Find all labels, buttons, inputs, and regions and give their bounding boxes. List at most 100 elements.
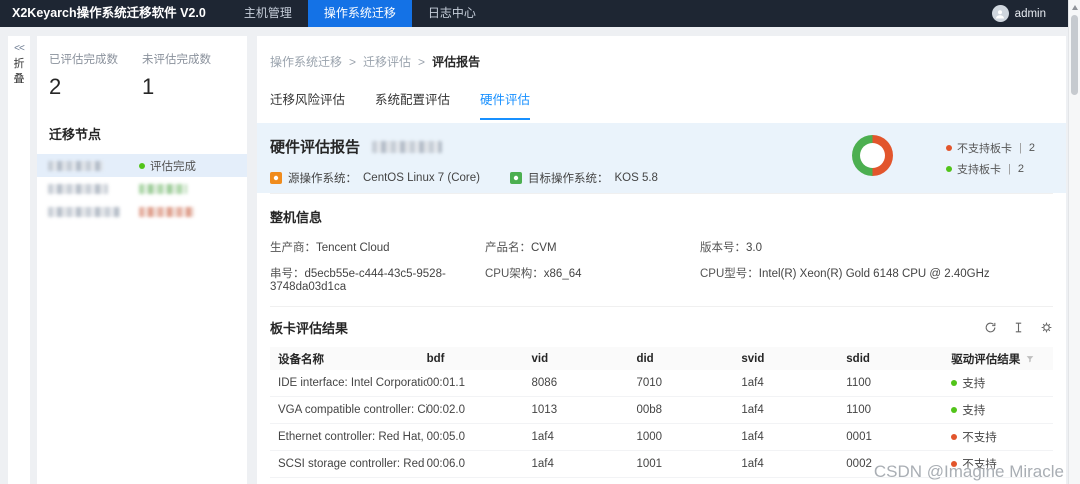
source-os: 源操作系统： CentOS Linux 7 (Core)	[270, 170, 480, 186]
legend-unsupported-count: 2	[1028, 142, 1035, 154]
breadcrumb-os-migration[interactable]: 操作系统迁移	[270, 53, 342, 70]
result-badge: 不支持	[951, 429, 1053, 445]
node-status-masked	[139, 183, 236, 194]
board-support-donut-chart	[852, 135, 893, 176]
status-dot-icon	[951, 380, 958, 386]
node-status-text: 评估完成	[150, 160, 196, 173]
app-screen: X2Keyarch操作系统迁移软件 V2.0 主机管理 操作系统迁移 日志中心 …	[0, 0, 1080, 484]
target-os-label: 目标操作系统：	[527, 173, 609, 185]
sidebar: 已评估完成数 2 未评估完成数 1 迁移节点 评估完成	[37, 36, 247, 484]
nav-item-host-management[interactable]: 主机管理	[228, 0, 308, 27]
settings-icon[interactable]	[1040, 321, 1053, 334]
refresh-icon[interactable]	[984, 321, 997, 334]
breadcrumb: 操作系统迁移 > 迁移评估 > 评估报告	[257, 36, 1066, 70]
col-bdf: bdf	[426, 352, 445, 365]
scrollbar-track[interactable]	[1068, 0, 1080, 484]
main-content: 操作系统迁移 > 迁移评估 > 评估报告 迁移风险评估 系统配置评估 硬件评估 …	[257, 36, 1066, 484]
legend-supported: 支持板卡 | 2	[946, 161, 1035, 177]
column-height-icon[interactable]	[1012, 321, 1025, 334]
legend-supported-count: 2	[1017, 163, 1024, 175]
hardware-report-header: 硬件评估报告 源操作系统： CentOS Linux 7 (Core) 目标操作…	[257, 123, 1066, 193]
status-dot-icon	[951, 434, 958, 440]
breadcrumb-migration-evaluation[interactable]: 迁移评估	[363, 53, 411, 70]
field-manufacturer: 生产商：Tencent Cloud	[270, 242, 390, 254]
target-os: 目标操作系统： KOS 5.8	[509, 170, 658, 186]
table-row[interactable]: IDE interface: Intel Corporation 8237...…	[270, 370, 1053, 397]
node-row-3[interactable]	[37, 200, 247, 223]
table-row[interactable]: Ethernet controller: Red Hat, Inc. Virt.…	[270, 424, 1053, 451]
stat-unevaluated-label: 未评估完成数	[142, 54, 211, 66]
top-nav: X2Keyarch操作系统迁移软件 V2.0 主机管理 操作系统迁移 日志中心 …	[0, 0, 1068, 27]
migration-nodes-title: 迁移节点	[49, 127, 102, 142]
scrollbar-thumb[interactable]	[1071, 15, 1078, 95]
legend-divider: |	[1008, 163, 1011, 175]
evaluation-stats: 已评估完成数 2 未评估完成数 1	[37, 36, 247, 100]
legend-unsupported-name: 不支持板卡	[957, 143, 1013, 155]
source-os-label: 源操作系统：	[288, 173, 357, 185]
field-version: 版本号：3.0	[700, 242, 762, 254]
source-os-icon	[270, 172, 282, 184]
report-tabs: 迁移风险评估 系统配置评估 硬件评估	[257, 70, 1066, 120]
report-title: 硬件评估报告	[270, 139, 361, 156]
collapse-icon: <<	[14, 43, 25, 54]
os-info-row: 源操作系统： CentOS Linux 7 (Core) 目标操作系统： KOS…	[270, 170, 1053, 186]
board-evaluation-section: 板卡评估结果 设备名称 bdf vid did svid sdid 驱动评估结果…	[270, 306, 1053, 484]
col-vid: vid	[531, 352, 549, 365]
field-cpu-arch: CPU架构：x86_64	[485, 268, 582, 280]
node-name-masked	[48, 206, 139, 217]
col-did: did	[636, 352, 654, 365]
tab-hardware[interactable]: 硬件评估	[480, 89, 531, 120]
target-os-value: KOS 5.8	[614, 172, 658, 184]
report-title-row: 硬件评估报告	[270, 136, 1053, 157]
node-status-masked	[139, 206, 236, 217]
target-os-icon	[509, 172, 522, 184]
tab-system-config[interactable]: 系统配置评估	[375, 89, 450, 120]
nav-item-log-center[interactable]: 日志中心	[412, 0, 492, 27]
machine-info-section: 整机信息 生产商：Tencent Cloud 产品名：CVM 版本号：3.0 串…	[270, 193, 1053, 306]
col-sdid: sdid	[846, 352, 870, 365]
donut-legend: 不支持板卡 | 2 支持板卡 | 2	[946, 140, 1035, 177]
node-name-masked	[48, 183, 139, 194]
stat-evaluated-label: 已评估完成数	[49, 54, 118, 66]
node-row-1[interactable]: 评估完成	[37, 154, 247, 177]
board-table: 设备名称 bdf vid did svid sdid 驱动评估结果 IDE in…	[270, 347, 1053, 478]
node-name-masked	[48, 160, 139, 171]
username: admin	[1014, 7, 1046, 20]
col-svid: svid	[741, 352, 765, 365]
machine-info-grid: 生产商：Tencent Cloud 产品名：CVM 版本号：3.0 串号：d5e…	[270, 239, 1053, 293]
app-title: X2Keyarch操作系统迁移软件 V2.0	[12, 6, 206, 20]
sidebar-collapse-toggle[interactable]: << 折叠	[8, 36, 30, 484]
host-id-masked	[372, 140, 443, 153]
collapse-label: 折叠	[13, 58, 25, 85]
board-table-header: 板卡评估结果	[270, 318, 1053, 337]
breadcrumb-separator: >	[418, 54, 426, 69]
legend-dot-icon	[946, 145, 953, 151]
machine-info-title: 整机信息	[270, 210, 323, 225]
stat-unevaluated: 未评估完成数 1	[142, 51, 235, 100]
tab-migration-risk[interactable]: 迁移风险评估	[270, 89, 345, 120]
field-product: 产品名：CVM	[485, 242, 557, 254]
col-device: 设备名称	[278, 353, 324, 366]
legend-dot-icon	[946, 166, 953, 172]
stat-unevaluated-value: 1	[142, 74, 155, 99]
source-os-value: CentOS Linux 7 (Core)	[363, 172, 480, 184]
breadcrumb-current: 评估报告	[432, 55, 481, 69]
field-serial: 串号：d5ecb55e-c444-43c5-9528-3748da03d1ca	[270, 268, 446, 293]
filter-icon[interactable]	[1025, 354, 1035, 364]
field-cpu-model: CPU型号：Intel(R) Xeon(R) Gold 6148 CPU @ 2…	[700, 268, 990, 280]
status-dot-icon	[951, 407, 958, 413]
board-table-title: 板卡评估结果	[270, 321, 349, 336]
node-status: 评估完成	[139, 158, 236, 174]
legend-supported-name: 支持板卡	[957, 164, 1002, 176]
legend-unsupported: 不支持板卡 | 2	[946, 140, 1035, 156]
nav-item-os-migration[interactable]: 操作系统迁移	[307, 0, 412, 27]
result-badge: 支持	[951, 402, 1053, 418]
stat-evaluated-value: 2	[49, 74, 62, 99]
legend-divider: |	[1019, 142, 1022, 154]
node-row-2[interactable]	[37, 177, 247, 200]
scrollbar-up-icon[interactable]	[1072, 5, 1078, 10]
user-menu[interactable]: admin	[991, 0, 1068, 27]
user-avatar-icon	[991, 5, 1009, 22]
table-row[interactable]: VGA compatible controller: Cirrus Lo... …	[270, 397, 1053, 424]
breadcrumb-separator: >	[349, 54, 357, 69]
